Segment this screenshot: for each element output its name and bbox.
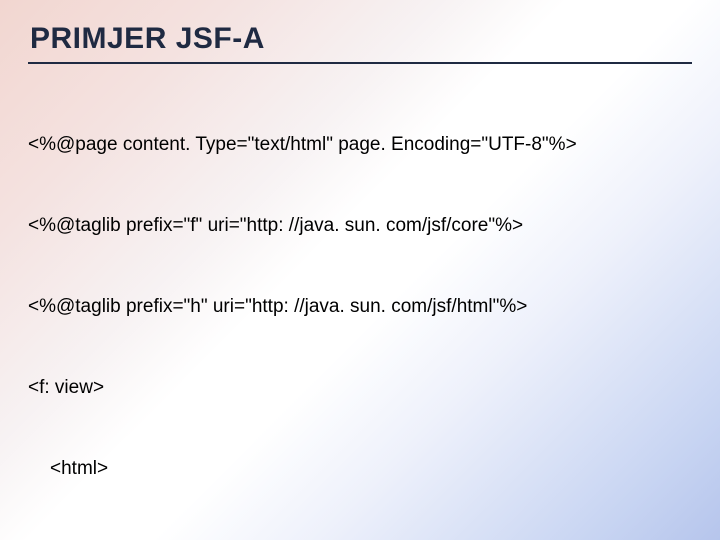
code-line: <html> (28, 456, 692, 483)
code-line: <%@page content. Type="text/html" page. … (28, 132, 692, 159)
code-block: <%@page content. Type="text/html" page. … (28, 78, 692, 540)
title-rule (28, 62, 692, 64)
code-line: <%@taglib prefix="h" uri="http: //java. … (28, 294, 692, 321)
code-line: <f: view> (28, 375, 692, 402)
code-line: <head> (28, 536, 692, 540)
code-line: <%@taglib prefix="f" uri="http: //java. … (28, 213, 692, 240)
slide: PRIMJER JSF-A <%@page content. Type="tex… (0, 0, 720, 540)
slide-title: PRIMJER JSF-A (30, 22, 692, 56)
